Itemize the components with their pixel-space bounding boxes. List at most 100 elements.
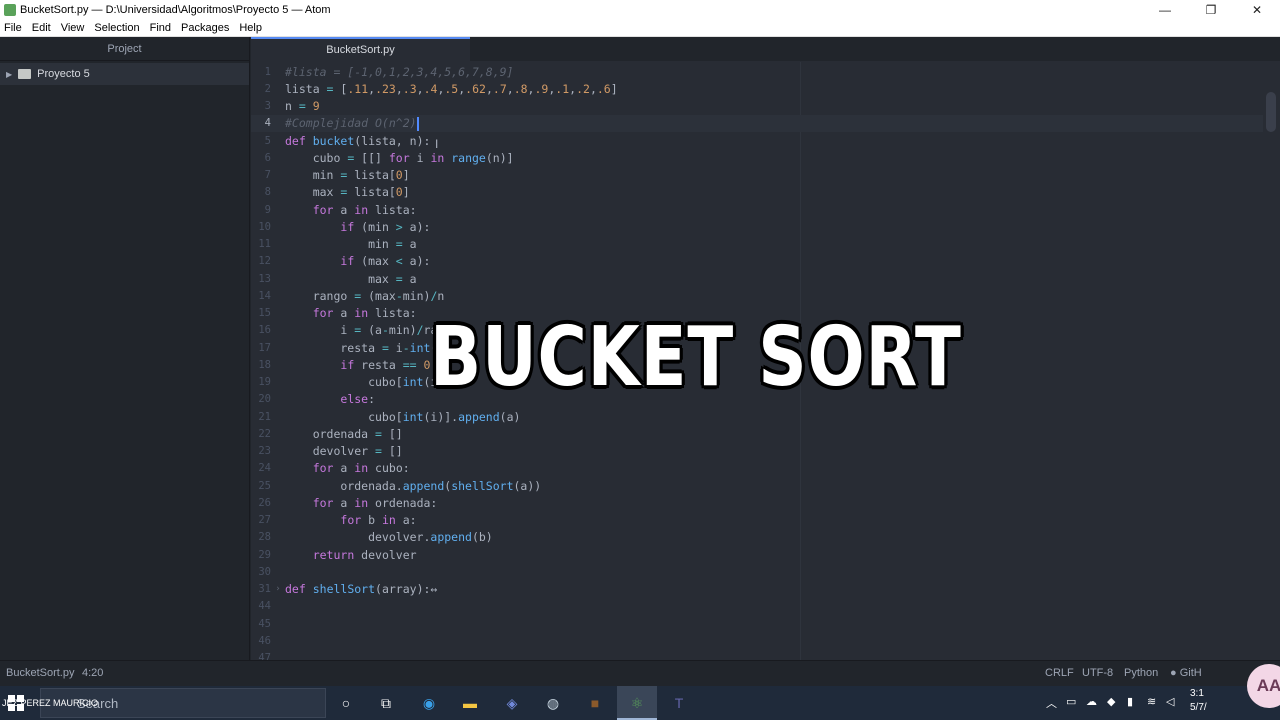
code-text: for a in lista: xyxy=(312,306,417,320)
line-number: 19 xyxy=(258,376,271,388)
code-text: i = (a-min)/ran xyxy=(285,323,445,338)
code-text: ordenada.append(shellSort(a)) xyxy=(285,478,542,493)
code-line[interactable]: 8 max = lista[0] xyxy=(251,184,1263,201)
line-number: 3 xyxy=(264,100,271,112)
code-line[interactable]: 44 xyxy=(251,598,1263,615)
code-text: if (max < a): xyxy=(340,254,431,269)
onedrive-cloud-icon[interactable]: ☁ xyxy=(1086,695,1097,708)
code-line[interactable]: 12 if (max < a): xyxy=(251,253,1263,270)
line-number: 17 xyxy=(258,341,271,354)
line-number: 8 xyxy=(264,186,271,199)
system-clock[interactable]: 3:1 5/7/ xyxy=(1190,687,1207,715)
status-grammar[interactable]: Python xyxy=(1124,667,1158,679)
line-number: 9 xyxy=(264,203,271,216)
file-explorer-icon[interactable]: ▬ xyxy=(459,692,481,714)
steam-icon[interactable]: ◍ xyxy=(542,692,564,714)
code-line[interactable]: 4 #Complejidad O(n^2) xyxy=(251,114,1263,132)
code-line[interactable]: 25 ordenada.append(shellSort(a)) xyxy=(251,477,1263,494)
code-text: return devolver xyxy=(312,547,417,562)
line-number: 29 xyxy=(258,548,271,561)
menu-find[interactable]: Find xyxy=(150,22,171,34)
maximize-button[interactable]: ❐ xyxy=(1188,0,1234,20)
menu-selection[interactable]: Selection xyxy=(94,22,139,34)
code-line[interactable]: 21 cubo[int(i)].append(a) xyxy=(251,408,1263,425)
task-view-icon[interactable]: ⧉ xyxy=(375,692,397,714)
code-line[interactable]: 29 return devolver xyxy=(251,546,1263,563)
code-line[interactable]: 14 rango = (max-min)/n xyxy=(251,287,1263,304)
code-text: for a in ordenada: xyxy=(312,495,438,510)
menu-bar: File Edit View Selection Find Packages H… xyxy=(0,20,1280,37)
code-line[interactable]: 22 ordenada = [] xyxy=(251,425,1263,442)
discord-icon[interactable]: ◈ xyxy=(501,692,523,714)
vertical-scrollbar[interactable] xyxy=(1263,62,1280,660)
fold-toggle-icon[interactable]: › xyxy=(271,584,285,594)
wifi-icon[interactable]: ≋ xyxy=(1147,695,1156,708)
line-number: 13 xyxy=(258,272,271,285)
tree-root-folder[interactable]: ▶ Proyecto 5 xyxy=(0,63,249,85)
code-line[interactable]: 30 xyxy=(251,563,1263,580)
close-button[interactable]: ✕ xyxy=(1234,0,1280,20)
line-number: 46 xyxy=(258,634,271,647)
code-line[interactable]: 46 xyxy=(251,632,1263,649)
volume-icon[interactable]: ◁ xyxy=(1166,695,1174,708)
code-line[interactable]: 7 min = lista[0] xyxy=(251,167,1263,184)
status-github[interactable]: ● GitH xyxy=(1170,667,1202,679)
code-line[interactable]: 23 devolver = [] xyxy=(251,443,1263,460)
code-line[interactable]: 5 def bucket(lista, n): xyxy=(251,132,1263,149)
chevron-right-icon[interactable]: ▶ xyxy=(6,70,12,79)
atom-taskbar-icon[interactable]: ⚛ xyxy=(626,692,648,714)
cortana-icon[interactable]: ○ xyxy=(335,692,357,714)
code-line[interactable]: 27 for b in a: xyxy=(251,512,1263,529)
code-line[interactable]: 10 if (min > a): xyxy=(251,218,1263,235)
code-text: devolver.append(b) xyxy=(285,530,493,545)
line-number: 20 xyxy=(258,393,271,406)
code-text: #Complejidad O(n^2) xyxy=(285,116,419,131)
code-text: def shellSort(array):↔ xyxy=(285,582,438,596)
tray-app-icon[interactable]: ◆ xyxy=(1107,695,1115,708)
code-line[interactable]: 28 devolver.append(b) xyxy=(251,529,1263,546)
tray-device-icon[interactable]: ▭ xyxy=(1066,695,1076,708)
code-line[interactable]: 3 n = 9 xyxy=(251,98,1263,115)
line-number: 25 xyxy=(258,479,271,492)
code-text: cubo[int(i)].append(a) xyxy=(285,409,521,424)
caret xyxy=(416,116,419,131)
line-number: 28 xyxy=(258,531,271,544)
line-number: 27 xyxy=(258,514,271,526)
code-text: #lista = [-1,0,1,2,3,4,5,6,7,8,9] xyxy=(285,64,514,79)
code-line[interactable]: 31 › def shellSort(array):↔ xyxy=(251,581,1263,598)
code-line[interactable]: 6 cubo = [[] for i in range(n)] xyxy=(251,149,1263,166)
minimize-button[interactable]: — xyxy=(1142,0,1188,20)
line-number: 26 xyxy=(258,496,271,509)
line-number: 44 xyxy=(258,600,271,613)
tray-chevron-up-icon[interactable]: ︿ xyxy=(1046,695,1057,711)
line-number: 22 xyxy=(258,427,271,440)
teams-icon[interactable]: T xyxy=(668,692,690,714)
menu-help[interactable]: Help xyxy=(239,22,262,34)
code-line[interactable]: 13 max = a xyxy=(251,270,1263,287)
minecraft-icon[interactable]: ■ xyxy=(584,692,606,714)
menu-file[interactable]: File xyxy=(4,22,22,34)
status-file-name[interactable]: BucketSort.py xyxy=(6,667,74,679)
line-number: 21 xyxy=(258,410,271,423)
code-line[interactable]: 26 for a in ordenada: xyxy=(251,494,1263,511)
code-line[interactable]: 1 #lista = [-1,0,1,2,3,4,5,6,7,8,9] xyxy=(251,63,1263,80)
line-number: 31 xyxy=(258,583,271,595)
edge-browser-icon[interactable]: ◉ xyxy=(418,692,440,714)
menu-edit[interactable]: Edit xyxy=(32,22,51,34)
code-line[interactable]: 2 lista = [.11,.23,.3,.4,.5,.62,.7,.8,.9,… xyxy=(251,80,1263,97)
scrollbar-thumb[interactable] xyxy=(1266,92,1276,132)
menu-view[interactable]: View xyxy=(61,22,85,34)
code-line[interactable]: 24 for a in cubo: xyxy=(251,460,1263,477)
code-text: max = a xyxy=(285,271,417,286)
status-line-ending[interactable]: CRLF xyxy=(1045,667,1074,679)
code-text: cubo[int(i- xyxy=(285,375,445,389)
code-text: min = a xyxy=(285,237,417,251)
status-encoding[interactable]: UTF-8 xyxy=(1082,667,1113,679)
battery-icon[interactable]: ▮ xyxy=(1127,695,1133,708)
code-line[interactable]: 11 min = a xyxy=(251,236,1263,253)
status-cursor-position[interactable]: 4:20 xyxy=(82,667,103,679)
code-line[interactable]: 45 xyxy=(251,615,1263,632)
code-line[interactable]: 9 for a in lista: xyxy=(251,201,1263,218)
tab-bucketsort[interactable]: BucketSort.py xyxy=(251,37,470,61)
menu-packages[interactable]: Packages xyxy=(181,22,229,34)
